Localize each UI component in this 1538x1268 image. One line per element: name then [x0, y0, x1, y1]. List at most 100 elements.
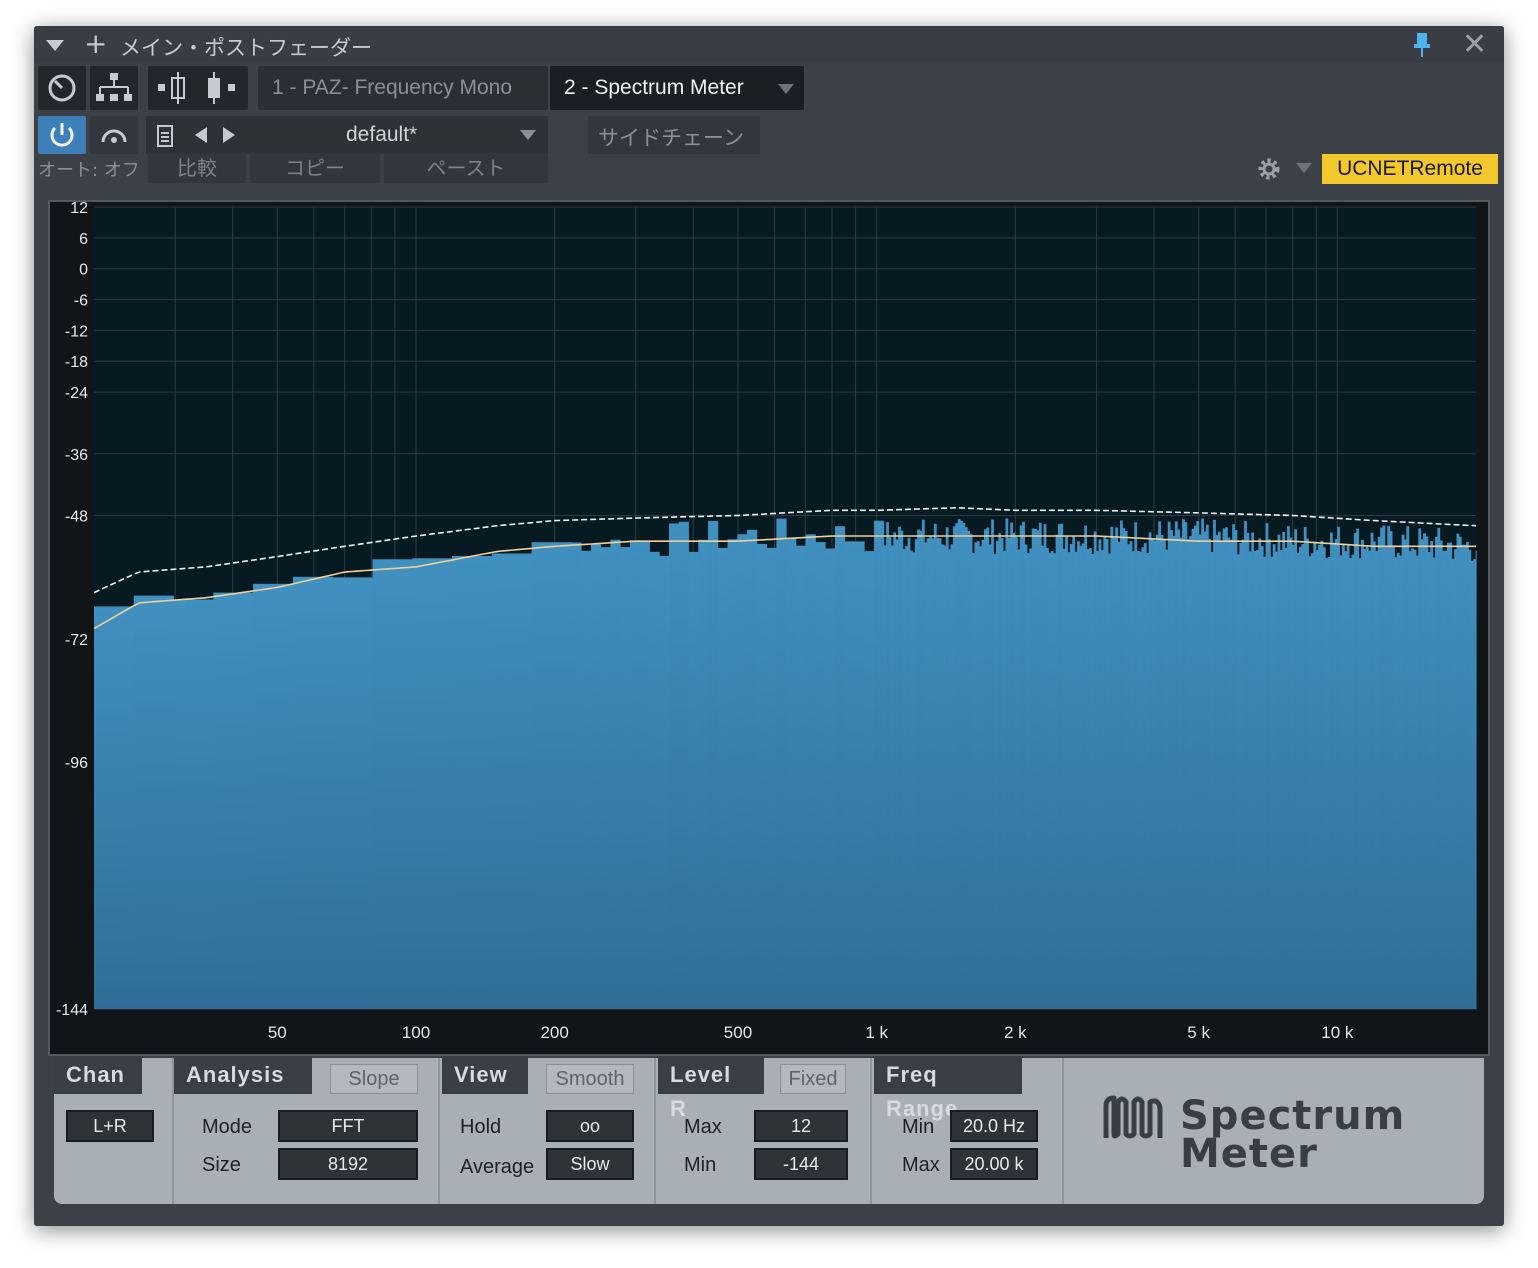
spectrum-bar [1015, 537, 1018, 1009]
chan-header: Chan [54, 1058, 142, 1094]
logo-text-line2: Meter [1180, 1131, 1318, 1177]
hold-select[interactable]: oo [546, 1110, 634, 1142]
spectrum-bar [945, 527, 949, 1009]
spectrum-bar [888, 537, 892, 1009]
spectrum-bar [1215, 535, 1219, 1009]
level-header: Level R [658, 1058, 764, 1121]
spectrum-bar [1244, 520, 1247, 1009]
tab-paz-frequency[interactable]: 1 - PAZ- Frequency Mono [258, 66, 548, 110]
preset-value: default* [346, 123, 418, 146]
spectrum-bar [1399, 555, 1403, 1009]
spectrum-bar [1022, 521, 1025, 1009]
preset-select[interactable]: default* [248, 116, 548, 154]
bypass-button[interactable] [90, 116, 138, 154]
spectrum-bar [253, 583, 294, 1009]
spectrum-bar [1368, 550, 1371, 1009]
y-tick-label: -36 [65, 447, 88, 464]
spectrum-bar [883, 545, 887, 1009]
freq-max-field[interactable]: 20.00 k [950, 1148, 1038, 1180]
fixed-button[interactable]: Fixed [780, 1064, 846, 1094]
auto-status[interactable]: オート: オフ [38, 156, 140, 182]
tab-spectrum-meter-label: 2 - Spectrum Meter [564, 76, 744, 99]
clock-icon [48, 74, 76, 102]
ucnet-remote-button[interactable]: UCNETRemote [1322, 154, 1498, 184]
spectrum-bar [292, 576, 334, 1009]
spectrum-bar [1103, 536, 1107, 1009]
average-label: Average [460, 1156, 535, 1178]
size-select[interactable]: 8192 [278, 1148, 418, 1180]
spectrum-bar [1131, 551, 1135, 1009]
spectrum-bar [1411, 548, 1414, 1009]
spectrum-bar [805, 534, 816, 1009]
chevron-down-icon[interactable] [1296, 163, 1312, 173]
paste-button[interactable]: ペースト [384, 153, 548, 183]
spectrum-bar [960, 520, 963, 1009]
spectrum-bar [1301, 544, 1305, 1009]
freq-min-field[interactable]: 20.0 Hz [950, 1110, 1038, 1142]
spectrum-bar [969, 534, 973, 1009]
collapse-icon[interactable] [46, 40, 64, 51]
spectrum-bar [981, 539, 985, 1009]
spectrum-bar [1320, 540, 1324, 1009]
spectrum-bar [1105, 539, 1109, 1009]
smooth-button[interactable]: Smooth [546, 1064, 634, 1094]
spectrum-bar [1024, 544, 1028, 1009]
spectrum-bar [1088, 548, 1092, 1009]
add-icon[interactable]: + [84, 28, 107, 60]
spectrum-bar [1079, 545, 1083, 1009]
spectrum-bar [590, 543, 602, 1009]
spectrum-bar [1322, 547, 1326, 1009]
spectrum-bar [1439, 540, 1443, 1009]
spectrum-bar [1415, 555, 1419, 1009]
level-min-field[interactable]: -144 [754, 1148, 848, 1180]
insert-position-buttons[interactable] [148, 66, 248, 110]
power-button[interactable] [38, 116, 86, 154]
copy-button[interactable]: コピー [250, 153, 380, 183]
pin-icon[interactable] [1412, 32, 1432, 58]
chevron-down-icon[interactable] [778, 84, 794, 94]
channel-select[interactable]: L+R [66, 1110, 154, 1142]
preset-next-icon[interactable] [222, 127, 236, 143]
preset-file-icon[interactable] [156, 125, 174, 147]
spectrum-bar [1236, 554, 1240, 1009]
spectrum-bar [747, 529, 758, 1009]
spectrum-bar [786, 537, 797, 1009]
spectrum-bar [1363, 549, 1367, 1009]
clock-button[interactable] [38, 66, 86, 110]
spectrum-bar [991, 519, 994, 1009]
spectrum-bar [1344, 551, 1348, 1009]
spectrum-bar [1124, 531, 1128, 1009]
close-icon[interactable]: ✕ [1462, 26, 1487, 64]
gear-icon[interactable] [1256, 156, 1282, 182]
spectrum-bar [1318, 544, 1321, 1009]
spectrum-bar [1120, 520, 1123, 1009]
spectrum-bar [94, 606, 135, 1009]
spectrum-bar [1270, 556, 1274, 1009]
spectrum-bar [737, 534, 748, 1009]
routing-button[interactable] [90, 66, 138, 110]
mode-select[interactable]: FFT [278, 1110, 418, 1142]
spectrum-bar [1470, 560, 1474, 1009]
preset-prev-icon[interactable] [194, 127, 208, 143]
spectrum-bar [1115, 527, 1119, 1009]
spectrum-bar [1248, 551, 1252, 1009]
sidechain-button[interactable]: サイドチェーン [588, 116, 760, 154]
spectrum-bar [1108, 553, 1111, 1009]
x-tick-label: 50 [268, 1023, 287, 1042]
spectrum-bar [974, 542, 978, 1009]
spectrum-bar [1077, 541, 1080, 1009]
level-max-field[interactable]: 12 [754, 1110, 848, 1142]
tab-spectrum-meter[interactable]: 2 - Spectrum Meter [550, 66, 804, 110]
spectrum-bar [1093, 531, 1097, 1009]
spectrum-bar [1184, 522, 1188, 1009]
spectrum-bar [1177, 529, 1181, 1009]
spectrum-bar [955, 523, 959, 1009]
spectrum-bar [1081, 543, 1085, 1009]
slope-button[interactable]: Slope [330, 1064, 418, 1094]
compare-button[interactable]: 比較 [148, 153, 246, 183]
spectrum-bar [1313, 541, 1317, 1009]
spectrum-bar [1086, 549, 1090, 1009]
spectrum-bar [1229, 539, 1233, 1009]
average-select[interactable]: Slow [546, 1148, 634, 1180]
spectrum-bar [1222, 528, 1226, 1009]
